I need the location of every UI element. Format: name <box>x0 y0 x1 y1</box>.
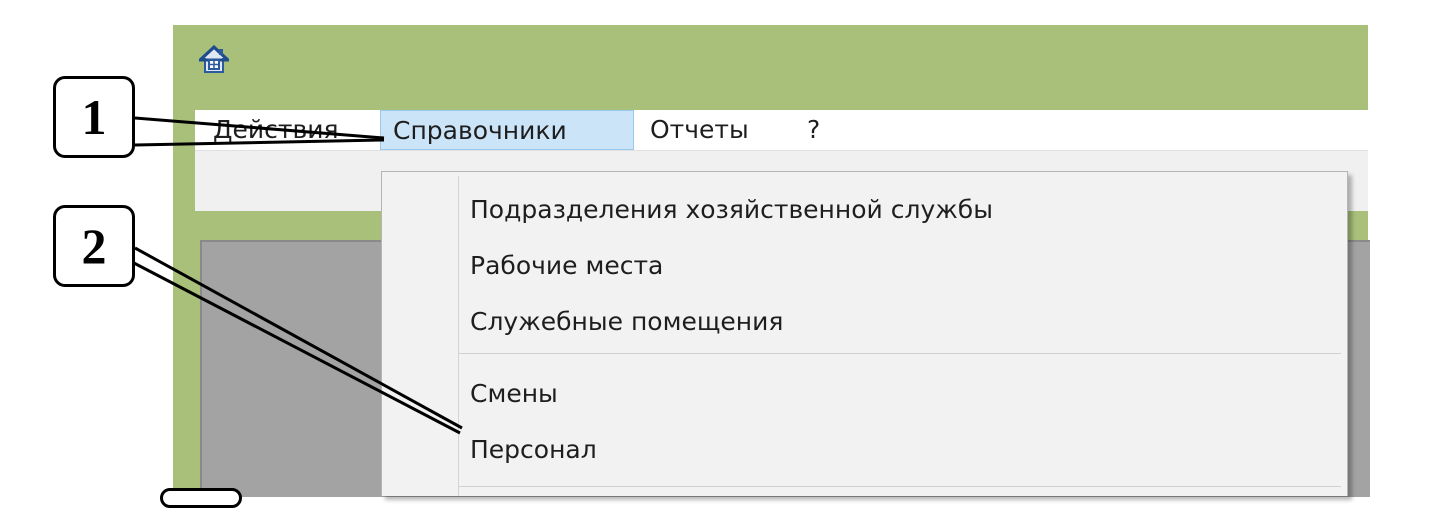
menu-item-workplaces[interactable]: Рабочие места <box>470 240 663 292</box>
menu-item-shifts[interactable]: Смены <box>470 368 558 420</box>
home-app-icon <box>196 44 232 75</box>
callout-marker-2: 2 <box>53 205 135 287</box>
menu-icon-gutter <box>458 176 459 496</box>
menu-separator <box>459 353 1341 354</box>
menu-reports[interactable]: Отчеты <box>650 110 749 150</box>
menu-item-departments[interactable]: Подразделения хозяйственной службы <box>470 184 993 236</box>
menu-item-personnel[interactable]: Персонал <box>470 424 597 476</box>
menu-help[interactable]: ? <box>807 110 820 150</box>
references-dropdown: Подразделения хозяйственной службы Рабоч… <box>381 171 1348 496</box>
callout-marker-3-partial <box>160 488 242 508</box>
callout-marker-1: 1 <box>53 76 135 158</box>
menu-item-rooms[interactable]: Служебные помещения <box>470 296 783 348</box>
menu-references[interactable]: Справочники <box>380 110 634 150</box>
menu-actions[interactable]: Действия <box>213 110 339 150</box>
menu-bar: Действия Справочники Отчеты ? <box>195 110 1368 150</box>
menu-separator-bottom <box>459 486 1341 487</box>
